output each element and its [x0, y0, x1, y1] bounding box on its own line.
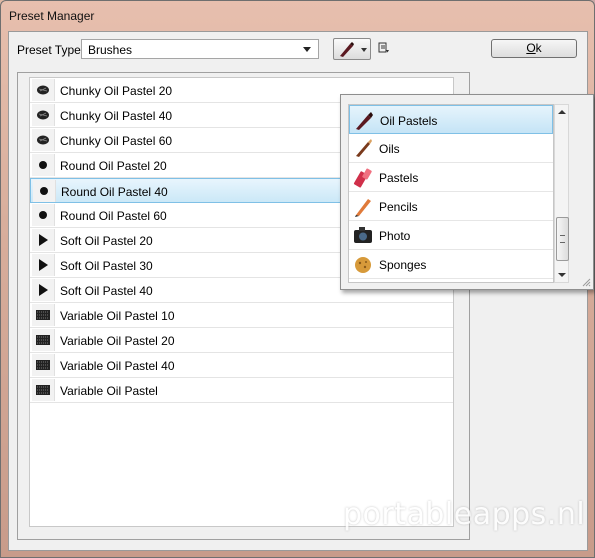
brush-name: Soft Oil Pastel 30: [60, 259, 153, 273]
library-item-label: Pastels: [379, 171, 419, 185]
brush-thumbnail: [32, 229, 55, 251]
oil-brush-icon: [356, 139, 372, 157]
brush-thumbnail: [32, 129, 55, 151]
ok-button-mnemonic: O: [526, 41, 536, 55]
oil-pastel-icon: [356, 112, 373, 130]
brush-thumbnail: [32, 204, 55, 226]
brush-name: Variable Oil Pastel 10: [60, 309, 175, 323]
brush-thumbnail: [32, 154, 55, 176]
scroll-down-icon[interactable]: [558, 273, 566, 277]
brush-thumbnail: [32, 104, 55, 126]
brush-name: Variable Oil Pastel 20: [60, 334, 175, 348]
preset-type-label: Preset Type:: [17, 43, 85, 57]
brush-thumbnail: [32, 304, 55, 326]
dialog-body: Preset Type: Brushes Ok Chunky Oil Paste…: [8, 31, 594, 551]
brush-row[interactable]: Variable Oil Pastel 40: [30, 353, 453, 378]
variable-brush-icon: [36, 385, 50, 395]
library-item-label: Sponges: [379, 258, 427, 272]
brush-name: Variable Oil Pastel: [60, 384, 158, 398]
brush-name: Chunky Oil Pastel 20: [60, 84, 173, 98]
library-list[interactable]: Oil Pastels Oils Pastels Pencils Photo Sponge…: [348, 104, 554, 283]
brush-name: Chunky Oil Pastel 40: [60, 109, 173, 123]
library-item-pencils[interactable]: Pencils: [349, 192, 553, 221]
round-brush-icon: [40, 187, 48, 195]
brush-thumbnail: [32, 329, 55, 351]
chunky-brush-icon: [37, 135, 49, 145]
brush-name: Variable Oil Pastel 40: [60, 359, 175, 373]
preset-type-select[interactable]: Brushes: [81, 39, 319, 59]
brush-thumbnail: [32, 254, 55, 276]
library-item-label: Pencils: [379, 200, 418, 214]
watermark: portableapps.nl: [343, 497, 586, 532]
brush-row[interactable]: Variable Oil Pastel 20: [30, 328, 453, 353]
brush-name: Round Oil Pastel 60: [60, 209, 167, 223]
variable-brush-icon: [36, 310, 50, 320]
chunky-brush-icon: [37, 85, 49, 95]
preset-manager-window: Preset Manager Preset Type: Brushes Ok C…: [0, 0, 595, 558]
brush-name: Round Oil Pastel 40: [61, 185, 168, 199]
brush-library-button[interactable]: [333, 38, 371, 60]
library-item-label: Photo: [379, 229, 411, 243]
soft-brush-icon: [39, 284, 48, 296]
round-brush-icon: [39, 161, 47, 169]
oil-pastel-icon: [340, 42, 354, 57]
brush-thumbnail: [32, 379, 55, 401]
variable-brush-icon: [36, 335, 50, 345]
camera-icon: [354, 227, 372, 243]
brush-name: Chunky Oil Pastel 60: [60, 134, 173, 148]
brush-library-popup: Oil Pastels Oils Pastels Pencils Photo Sponge…: [340, 94, 594, 290]
brush-row[interactable]: Variable Oil Pastel: [30, 378, 453, 403]
brush-thumbnail: [33, 180, 56, 202]
scroll-thumb[interactable]: [556, 217, 569, 261]
brush-row[interactable]: Variable Oil Pastel 10: [30, 303, 453, 328]
variable-brush-icon: [36, 360, 50, 370]
library-item-pastels[interactable]: Pastels: [349, 163, 553, 192]
scroll-up-icon[interactable]: [558, 110, 566, 114]
brush-thumbnail: [32, 354, 55, 376]
library-scrollbar[interactable]: [554, 104, 569, 283]
round-brush-icon: [39, 211, 47, 219]
dropdown-arrow-icon: [303, 47, 311, 52]
library-item-label: Oil Pastels: [380, 114, 438, 128]
library-item-sponges[interactable]: Sponges: [349, 250, 553, 279]
library-item-oil-pastels[interactable]: Oil Pastels: [349, 105, 553, 134]
library-item-photo[interactable]: Photo: [349, 221, 553, 250]
ok-button-label: k: [535, 41, 542, 55]
library-item-label: Oils: [379, 142, 400, 156]
pastel-icon: [353, 168, 372, 188]
soft-brush-icon: [39, 259, 48, 271]
window-title: Preset Manager: [9, 9, 95, 23]
library-item-oils[interactable]: Oils: [349, 134, 553, 163]
chunky-brush-icon: [37, 110, 49, 120]
ok-button[interactable]: Ok: [491, 39, 577, 58]
brush-name: Round Oil Pastel 20: [60, 159, 167, 173]
brush-thumbnail: [32, 279, 55, 301]
brush-thumbnail: [32, 79, 55, 101]
preset-type-value: Brushes: [88, 43, 133, 57]
panel-menu-icon[interactable]: [378, 42, 390, 54]
sponge-icon: [355, 257, 371, 273]
chevron-down-icon: [361, 48, 367, 52]
brush-name: Soft Oil Pastel 40: [60, 284, 153, 298]
brush-name: Soft Oil Pastel 20: [60, 234, 153, 248]
soft-brush-icon: [39, 234, 48, 246]
resize-grip-icon[interactable]: [581, 277, 591, 287]
pencil-icon: [355, 199, 371, 217]
